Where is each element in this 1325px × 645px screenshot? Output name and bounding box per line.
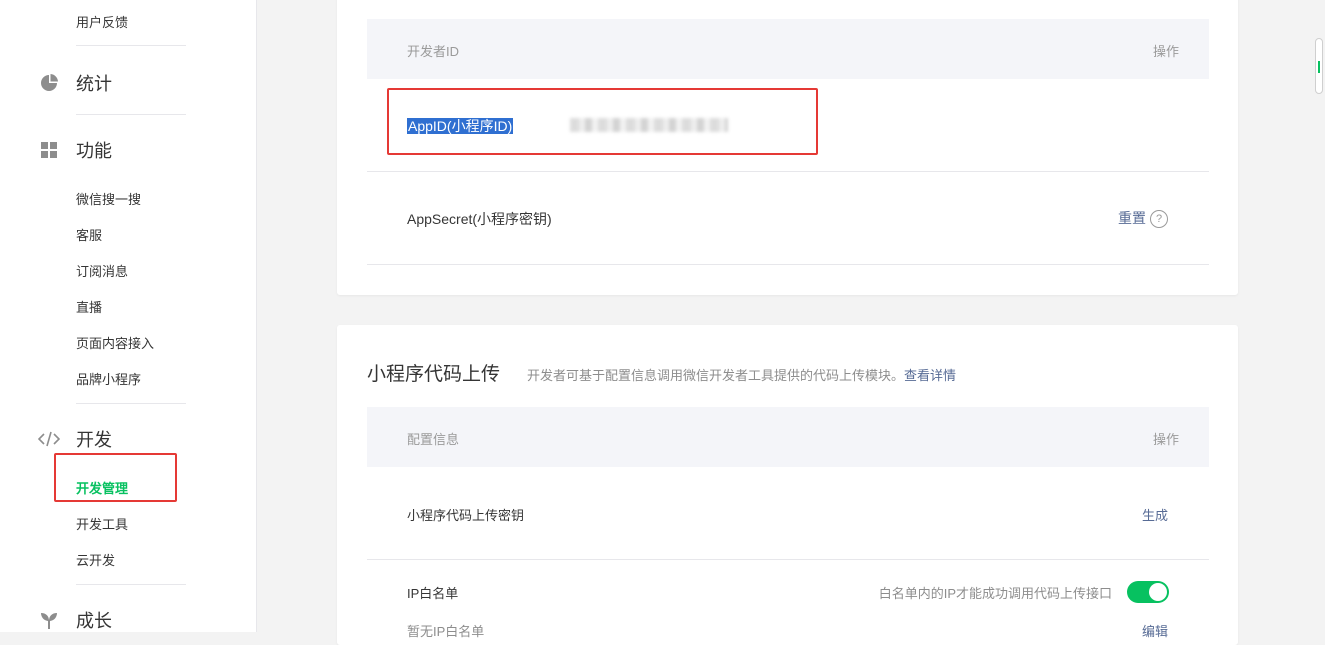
row-divider — [367, 171, 1209, 172]
code-upload-title: 小程序代码上传 — [367, 364, 501, 385]
sidebar-section-label: 开发 — [76, 430, 112, 450]
scrollbar-thumb[interactable] — [1315, 38, 1323, 94]
appid-label[interactable]: AppID(小程序ID) — [407, 116, 514, 136]
row-divider — [367, 264, 1209, 265]
developer-id-table-header: 开发者ID 操作 — [367, 19, 1209, 79]
sidebar-divider — [76, 584, 186, 585]
sidebar-section-growth[interactable]: 成长 — [38, 607, 112, 633]
reset-button[interactable]: 重置 — [1118, 210, 1146, 226]
column-header-action: 操作 — [1152, 44, 1179, 59]
sidebar-item-subscribe-message[interactable]: 订阅消息 — [76, 261, 128, 280]
sidebar-item-page-content[interactable]: 页面内容接入 — [76, 333, 154, 352]
sidebar-item-customer-service[interactable]: 客服 — [76, 225, 102, 244]
ip-whitelist-hint: 白名单内的IP才能成功调用代码上传接口 — [878, 586, 1112, 601]
sidebar-section-label: 统计 — [76, 74, 112, 94]
column-header-devid: 开发者ID — [407, 44, 460, 59]
column-header-action: 操作 — [1152, 432, 1179, 447]
row-divider — [367, 559, 1209, 560]
toggle-knob — [1149, 583, 1167, 601]
sidebar-item-cloud-dev[interactable]: 云开发 — [76, 550, 115, 569]
sprout-icon — [38, 609, 60, 631]
scrollbar-grip — [1318, 61, 1320, 73]
sidebar-divider — [76, 114, 186, 115]
ip-whitelist-empty: 暂无IP白名单 — [407, 624, 485, 639]
sidebar-item-dev-tools[interactable]: 开发工具 — [76, 514, 128, 533]
sidebar-section-label: 功能 — [76, 141, 112, 161]
grid-icon — [38, 139, 60, 161]
code-upload-card: 小程序代码上传 开发者可基于配置信息调用微信开发者工具提供的代码上传模块。查看详… — [337, 325, 1238, 645]
code-icon — [38, 428, 60, 450]
appsecret-label: AppSecret(小程序密钥) — [407, 211, 552, 227]
appsecret-reset: 重置? — [1118, 208, 1168, 229]
column-header-config: 配置信息 — [407, 432, 460, 447]
edit-button[interactable]: 编辑 — [1142, 621, 1168, 640]
sidebar-item-feedback[interactable]: 用户反馈 — [76, 12, 128, 31]
question-circle-icon[interactable]: ? — [1150, 210, 1168, 229]
upload-key-label: 小程序代码上传密钥 — [407, 508, 525, 523]
code-upload-desc-text: 开发者可基于配置信息调用微信开发者工具提供的代码上传模块。 — [527, 368, 905, 383]
sidebar-section-label: 成长 — [76, 611, 112, 631]
sidebar-section-features[interactable]: 功能 — [38, 137, 112, 163]
sidebar-item-weixin-search[interactable]: 微信搜一搜 — [76, 189, 141, 208]
ip-whitelist-toggle[interactable] — [1127, 581, 1169, 603]
sidebar-section-develop[interactable]: 开发 — [38, 426, 112, 452]
developer-id-card: 开发者ID 操作 AppID(小程序ID) AppSecret(小程序密钥) 重… — [337, 0, 1238, 295]
config-table-header: 配置信息 操作 — [367, 407, 1209, 467]
code-upload-description: 开发者可基于配置信息调用微信开发者工具提供的代码上传模块。查看详情 — [527, 365, 956, 384]
sidebar-item-brand-miniprogram[interactable]: 品牌小程序 — [76, 369, 141, 388]
appid-value-redacted — [570, 118, 728, 132]
sidebar-section-stats[interactable]: 统计 — [38, 70, 112, 96]
ip-whitelist-label: IP白名单 — [407, 586, 459, 601]
sidebar-item-live[interactable]: 直播 — [76, 297, 102, 316]
sidebar-divider — [76, 403, 186, 404]
appid-label-text: AppID(小程序ID) — [407, 118, 514, 134]
pie-chart-icon — [38, 72, 60, 94]
sidebar: 用户反馈 统计 功能 微信搜一搜 客服 订阅消息 直播 页面内容接入 品牌小程序… — [0, 0, 257, 632]
generate-button[interactable]: 生成 — [1142, 505, 1168, 524]
page-scrollbar[interactable] — [1313, 0, 1325, 632]
view-details-link[interactable]: 查看详情 — [904, 368, 956, 383]
sidebar-divider — [76, 45, 186, 46]
sidebar-item-dev-management[interactable]: 开发管理 — [76, 478, 128, 497]
